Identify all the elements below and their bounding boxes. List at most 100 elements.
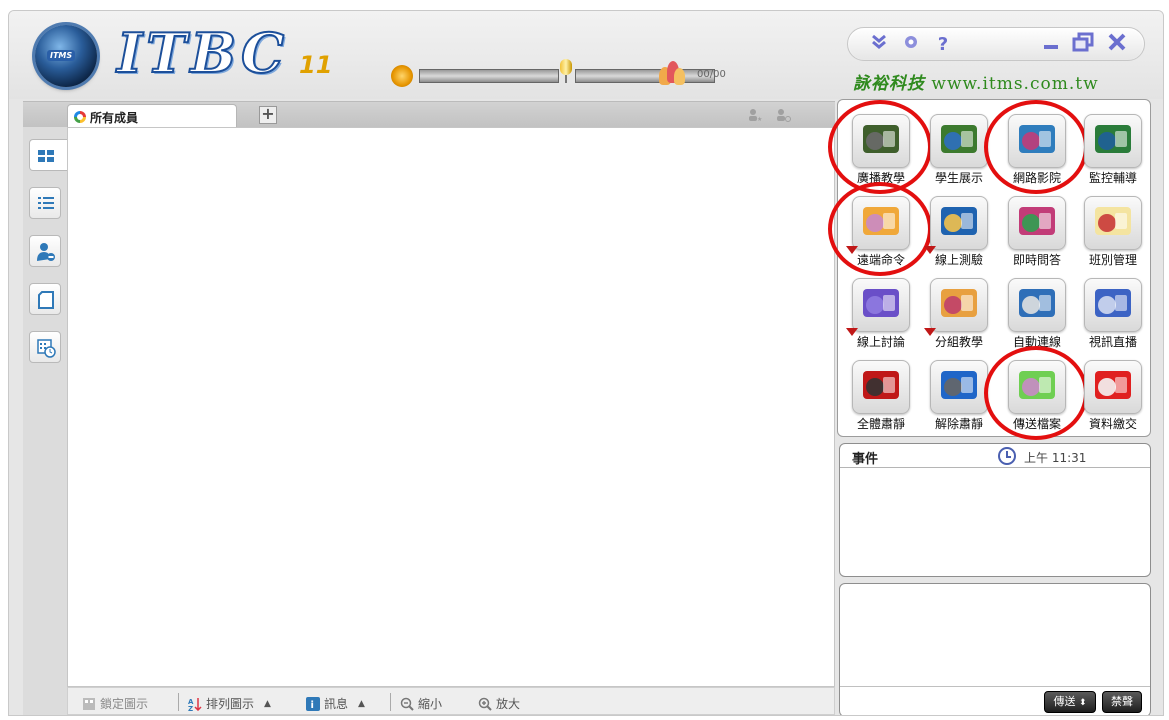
zoom-in-icon <box>478 697 492 711</box>
list-view-button[interactable] <box>29 187 61 219</box>
tool-auto-connect-button[interactable]: 自動連線 <box>1000 268 1074 349</box>
bottom-status-bar: 鎖定圖示 AZ 排列圖示 ▲ i 訊息 ▲ 縮小 放大 <box>67 687 835 715</box>
grid-view-icon <box>38 150 54 162</box>
svg-text:★: ★ <box>757 116 762 122</box>
tool-label: 監控輔導 <box>1088 171 1137 185</box>
tool-label: 線上測驗 <box>934 253 983 267</box>
people-count: 00/00 <box>697 69 726 80</box>
speaker-icon[interactable] <box>391 65 413 87</box>
tool-label: 即時問答 <box>1012 253 1061 267</box>
tool-submit-data-button[interactable]: 資料繳交 <box>1076 350 1150 431</box>
student-demo-icon <box>930 114 988 168</box>
people-icon <box>659 59 685 87</box>
send-file-icon <box>1008 360 1066 414</box>
messages-button[interactable]: i 訊息 ▲ <box>306 695 365 712</box>
tool-broadcast-teaching-button[interactable]: 廣播教學 <box>844 104 918 185</box>
lock-icons-button[interactable]: 鎖定圖示 <box>82 695 148 712</box>
collapse-chevron-icon[interactable] <box>866 32 892 58</box>
send-options-icon[interactable]: ⬍ <box>1079 698 1087 708</box>
tool-group-teaching-button[interactable]: 分組教學 <box>922 268 996 349</box>
tool-online-discussion-button[interactable]: 線上討論 <box>844 268 918 349</box>
teaching-tools-panel: 廣播教學 學生展示 網路影院 監控輔導遠端命令 線上測驗 即時問答 班別管理線上討論 分組教學… <box>828 99 1151 440</box>
sort-caret-up-icon[interactable]: ▲ <box>264 699 271 709</box>
help-icon[interactable]: ? <box>930 32 956 58</box>
messages-label: 訊息 <box>324 697 349 711</box>
speaker-volume-bar[interactable] <box>419 69 559 83</box>
schedule-icon <box>37 339 56 358</box>
settings-gear-icon[interactable] <box>898 32 924 58</box>
tool-label: 網路影院 <box>1012 171 1061 185</box>
microphone-icon[interactable] <box>560 59 572 85</box>
svg-text:i: i <box>311 700 314 711</box>
zoom-in-button[interactable]: 放大 <box>478 695 520 712</box>
message-info-icon: i <box>306 696 320 711</box>
ban-speech-button[interactable]: 禁聲 <box>1102 691 1142 713</box>
events-title: 事件 <box>852 452 879 467</box>
tool-unmute-button[interactable]: 解除肅靜 <box>922 350 996 431</box>
submit-data-icon <box>1084 360 1142 414</box>
send-button[interactable]: 傳送 ⬍ <box>1044 691 1096 713</box>
tab-label: 所有成員 <box>90 111 139 125</box>
document-button[interactable] <box>29 283 61 315</box>
brand-url[interactable]: www.itms.com.tw <box>931 74 1098 94</box>
sort-az-icon: AZ <box>188 697 202 711</box>
online-test-icon <box>930 196 988 250</box>
tool-label: 學生展示 <box>934 171 983 185</box>
tool-label: 視訊直播 <box>1088 335 1137 349</box>
svg-text:Z: Z <box>188 705 193 711</box>
tool-label: 解除肅靜 <box>934 417 983 431</box>
app-header: ITMS ITBC 11 00/00 ? 詠裕科技 www.itms.com.t… <box>9 11 1163 99</box>
message-input[interactable] <box>840 584 1150 686</box>
all-members-color-icon <box>74 111 86 123</box>
maximize-icon[interactable] <box>1070 32 1096 58</box>
sort-icons-button[interactable]: AZ 排列圖示 ▲ <box>188 695 271 712</box>
tool-label: 自動連線 <box>1012 335 1061 349</box>
tool-student-demo-button[interactable]: 學生展示 <box>922 104 996 185</box>
zoom-out-icon <box>400 697 414 711</box>
lock-icons-label: 鎖定圖示 <box>100 697 149 711</box>
member-workspace[interactable] <box>67 127 835 687</box>
close-icon[interactable] <box>1104 32 1130 58</box>
logo-badge: ITMS <box>47 50 76 61</box>
grid-view-button[interactable] <box>29 139 67 171</box>
events-panel: 事件 上午 11:31 <box>839 443 1151 577</box>
network-cinema-icon <box>1008 114 1066 168</box>
window-controls: ? <box>847 27 1145 61</box>
tool-online-test-button[interactable]: 線上測驗 <box>922 186 996 267</box>
brand-name: 詠裕科技 <box>853 74 925 94</box>
add-tab-button[interactable]: + <box>259 106 277 124</box>
sort-icons-label: 排列圖示 <box>206 697 255 711</box>
member-star-icon[interactable]: ★ <box>747 108 763 123</box>
tool-live-qa-button[interactable]: 即時問答 <box>1000 186 1074 267</box>
microphone-volume-bar[interactable] <box>575 69 715 83</box>
tool-send-file-button[interactable]: 傳送檔案 <box>1000 350 1074 431</box>
member-tab-strip: 所有成員 + ★ <box>23 101 835 128</box>
events-header: 事件 上午 11:31 <box>840 444 1150 468</box>
lock-grid-icon <box>83 697 95 710</box>
view-toolbar <box>23 127 67 715</box>
messages-caret-up-icon[interactable]: ▲ <box>358 699 365 709</box>
tool-label: 遠端命令 <box>856 253 905 267</box>
tool-label: 傳送檔案 <box>1012 417 1061 431</box>
tab-all-members[interactable]: 所有成員 <box>67 104 237 128</box>
tool-remote-command-button[interactable]: 遠端命令 <box>844 186 918 267</box>
minimize-icon[interactable] <box>1038 32 1064 58</box>
message-panel: 傳送 ⬍ 禁聲 <box>839 583 1151 715</box>
tool-label: 線上討論 <box>856 335 905 349</box>
message-send-row: 傳送 ⬍ 禁聲 <box>840 686 1150 715</box>
zoom-out-button[interactable]: 縮小 <box>400 695 442 712</box>
tool-network-cinema-button[interactable]: 網路影院 <box>1000 104 1074 185</box>
tool-class-management-button[interactable]: 班別管理 <box>1076 186 1150 267</box>
member-settings-icon[interactable] <box>775 108 791 122</box>
unmute-icon <box>930 360 988 414</box>
brand-line: 詠裕科技 www.itms.com.tw <box>853 69 1099 94</box>
schedule-button[interactable] <box>29 331 61 363</box>
tool-label: 廣播教學 <box>856 171 905 185</box>
zoom-in-label: 放大 <box>496 697 521 711</box>
remove-member-button[interactable] <box>29 235 61 267</box>
online-discussion-icon <box>852 278 910 332</box>
class-management-icon <box>1084 196 1142 250</box>
tool-monitor-button[interactable]: 監控輔導 <box>1076 104 1150 185</box>
tool-mute-all-button[interactable]: 全體肅靜 <box>844 350 918 431</box>
tool-video-live-button[interactable]: 視訊直播 <box>1076 268 1150 349</box>
